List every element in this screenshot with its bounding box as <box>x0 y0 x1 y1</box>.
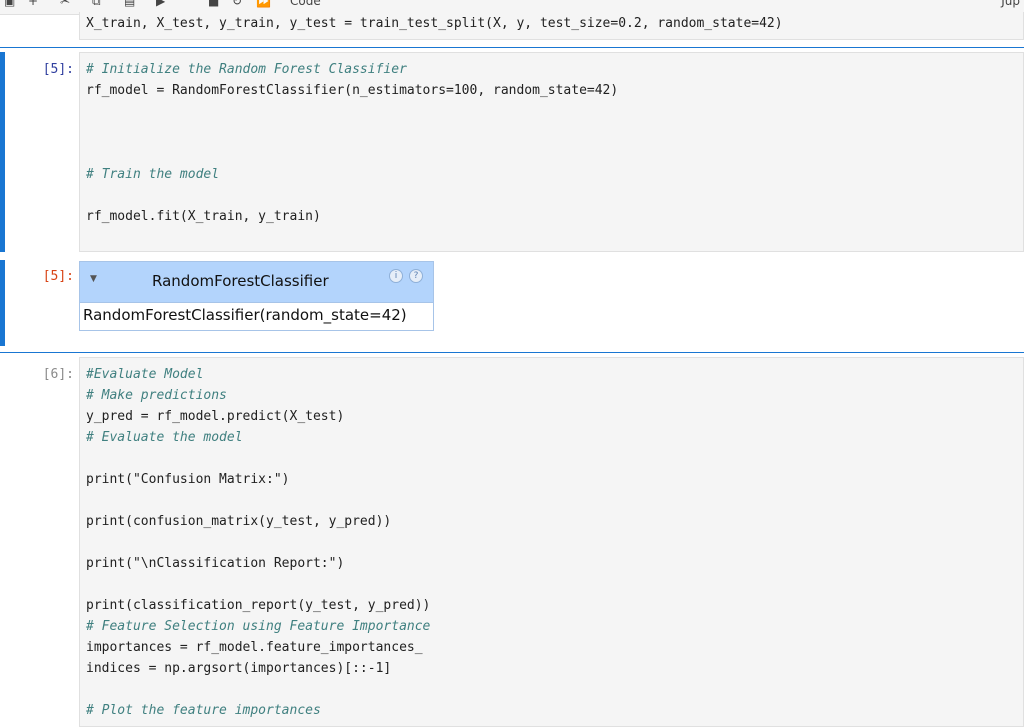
stop-icon[interactable]: ■ <box>208 0 219 8</box>
kernel-label: Jup <box>1001 0 1020 8</box>
estimator-title: RandomForestClassifier <box>152 272 329 290</box>
cell-editor[interactable]: X_train, X_test, y_train, y_test = train… <box>79 12 1024 40</box>
code-comment: # Evaluate the model <box>86 430 243 445</box>
help-icon[interactable]: ? <box>409 269 423 283</box>
info-icon[interactable]: i <box>389 269 403 283</box>
code-line: importances = rf_model.feature_importanc… <box>86 640 423 655</box>
code-comment: # Initialize the Random Forest Classifie… <box>86 62 407 77</box>
code-line: y_pred = rf_model.predict(X_test) <box>86 409 345 424</box>
cell-prompt: [5]: <box>42 62 74 77</box>
estimator-widget[interactable]: ▼ RandomForestClassifier i ? RandomFores… <box>79 261 434 331</box>
cut-icon[interactable]: ✂ <box>60 0 70 8</box>
code-line: indices = np.argsort(importances)[::-1] <box>86 661 392 676</box>
code-line: print(classification_report(y_test, y_pr… <box>86 598 431 613</box>
cell-prompt: [6]: <box>42 367 74 382</box>
output-prompt: [5]: <box>42 269 74 284</box>
code-cell-6[interactable]: [6]: #Evaluate Model # Make predictions … <box>0 357 1024 727</box>
code-comment: # Feature Selection using Feature Import… <box>86 619 431 634</box>
run-icon[interactable]: ▶ <box>156 0 165 8</box>
estimator-repr: RandomForestClassifier(random_state=42) <box>83 306 407 324</box>
cell-separator <box>0 352 1024 353</box>
code-line: print(confusion_matrix(y_test, y_pred)) <box>86 514 392 529</box>
run-all-icon[interactable]: ⏩ <box>256 0 271 8</box>
cell-selection-bar[interactable] <box>0 52 5 252</box>
add-icon[interactable]: + <box>28 0 38 8</box>
code-line: X_train, X_test, y_train, y_test = train… <box>86 16 783 31</box>
code-line: rf_model = RandomForestClassifier(n_esti… <box>86 83 619 98</box>
estimator-widget-header[interactable]: ▼ RandomForestClassifier i ? <box>80 262 433 303</box>
restart-icon[interactable]: ↻ <box>232 0 242 8</box>
cell-editor[interactable]: # Initialize the Random Forest Classifie… <box>79 52 1024 252</box>
code-line: rf_model.fit(X_train, y_train) <box>86 209 321 224</box>
code-comment: # Plot the feature importances <box>86 703 321 718</box>
code-line: print("\nClassification Report:") <box>86 556 345 571</box>
code-cell-5[interactable]: [5]: # Initialize the Random Forest Clas… <box>0 52 1024 252</box>
code-comment: #Evaluate Model <box>86 367 204 382</box>
code-comment: # Train the model <box>86 167 220 182</box>
cell-type-select[interactable]: Code <box>290 0 321 8</box>
cell-editor[interactable]: #Evaluate Model # Make predictions y_pre… <box>79 357 1024 727</box>
code-comment: # Make predictions <box>86 388 227 403</box>
collapse-arrow-icon[interactable]: ▼ <box>90 274 97 284</box>
cell-separator <box>0 47 1024 48</box>
save-icon[interactable]: ▣ <box>4 0 15 8</box>
paste-icon[interactable]: ▤ <box>124 0 135 8</box>
copy-icon[interactable]: ⧉ <box>92 0 101 8</box>
code-line: print("Confusion Matrix:") <box>86 472 290 487</box>
